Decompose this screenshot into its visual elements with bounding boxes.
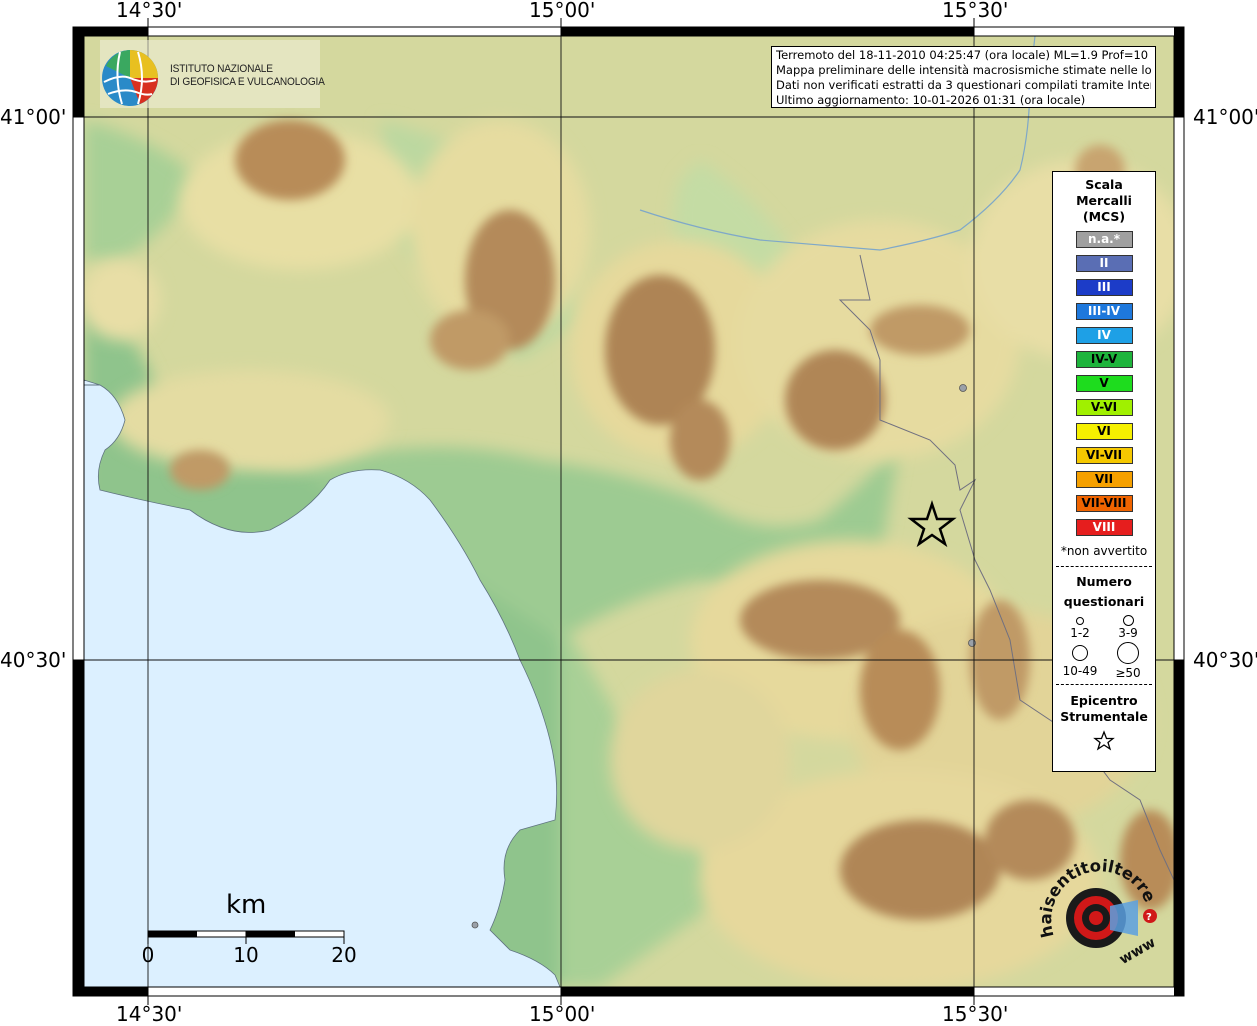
lon-label-bottom: 15°00' <box>529 1002 596 1026</box>
scale-label: 20 <box>331 943 357 967</box>
relief-map <box>84 36 1174 987</box>
intensity-swatch: VII-VIII <box>1075 495 1133 512</box>
lon-label-top: 15°00' <box>529 0 596 22</box>
questionnaire-title: Numero questionari <box>1063 574 1145 609</box>
lat-label-right: 40°30' <box>1193 648 1257 672</box>
brand-url: www <box>1117 935 1159 968</box>
intensity-swatch: V <box>1075 375 1133 392</box>
intensity-swatch: IV <box>1075 327 1133 344</box>
info-line: Terremoto del 18-11-2010 04:25:47 (ora l… <box>776 48 1151 62</box>
info-line: Dati non verificati estratti da 3 questi… <box>776 78 1151 92</box>
intensity-scale: n.a.* II III III-IV IV IV-V V V-VI VI VI-VII VII VI… <box>1053 231 1155 536</box>
legend: Scala Mercalli (MCS) n.a.* II III III-IV IV I… <box>1052 171 1156 772</box>
legend-divider <box>1056 684 1152 685</box>
size-label: 10-49 <box>1062 664 1098 678</box>
legend-divider <box>1056 566 1152 567</box>
intensity-swatch: VI-VII <box>1075 447 1133 464</box>
lat-label-right: 41°00' <box>1193 105 1257 129</box>
legend-title: Scala Mercalli (MCS) <box>1076 177 1132 224</box>
intensity-swatch: II <box>1075 255 1133 272</box>
info-line: Ultimo aggiornamento: 10-01-2026 01:31 (… <box>776 93 1086 107</box>
intensity-swatch: V-VI <box>1075 399 1133 416</box>
info-line: Mappa preliminare delle intensità macros… <box>776 63 1151 77</box>
lon-label-top: 14°30' <box>116 0 183 22</box>
epicenter-title: Epicentro Strumentale <box>1060 693 1148 724</box>
lon-label-top: 15°30' <box>942 0 1009 22</box>
size-label: ≥50 <box>1115 666 1141 680</box>
scale-unit: km <box>226 890 267 920</box>
circle-icon <box>1123 615 1134 626</box>
intensity-swatch: VII <box>1075 471 1133 488</box>
legend-note: *non avvertito <box>1060 544 1148 558</box>
star-icon <box>1093 730 1115 751</box>
size-label: 3-9 <box>1118 626 1138 640</box>
lon-label-bottom: 14°30' <box>116 1002 183 1026</box>
lon-label-bottom: 15°30' <box>942 1002 1009 1026</box>
questionnaire-size-legend: 1-2 3-9 10-49 ≥50 <box>1053 612 1155 680</box>
lat-label-left: 41°00' <box>0 105 67 129</box>
scale-label: 0 <box>141 943 155 967</box>
intensity-swatch: IV-V <box>1075 351 1133 368</box>
institute-name: ISTITUTO NAZIONALE DI GEOFISICA E VULCAN… <box>170 63 325 88</box>
locality-marker[interactable] <box>471 921 479 929</box>
earthquake-info-box: Terremoto del 18-11-2010 04:25:47 (ora l… <box>771 46 1156 108</box>
intensity-swatch: III-IV <box>1075 303 1133 320</box>
haisentito-logo[interactable]: haisentitoilterremoto.it ? www <box>1036 858 1164 976</box>
circle-icon <box>1076 617 1084 625</box>
intensity-swatch: III <box>1075 279 1133 296</box>
locality-marker[interactable] <box>959 384 967 392</box>
intensity-swatch: n.a.* <box>1075 231 1133 248</box>
svg-text:?: ? <box>1146 912 1152 923</box>
circle-icon <box>1072 645 1088 661</box>
intensity-swatch: VI <box>1075 423 1133 440</box>
lat-label-left: 40°30' <box>0 648 67 672</box>
circle-icon <box>1117 642 1139 664</box>
size-label: 1-2 <box>1070 626 1090 640</box>
intensity-swatch: VIII <box>1075 519 1133 536</box>
ingv-globe-icon <box>102 50 158 106</box>
scale-label: 10 <box>233 943 259 967</box>
